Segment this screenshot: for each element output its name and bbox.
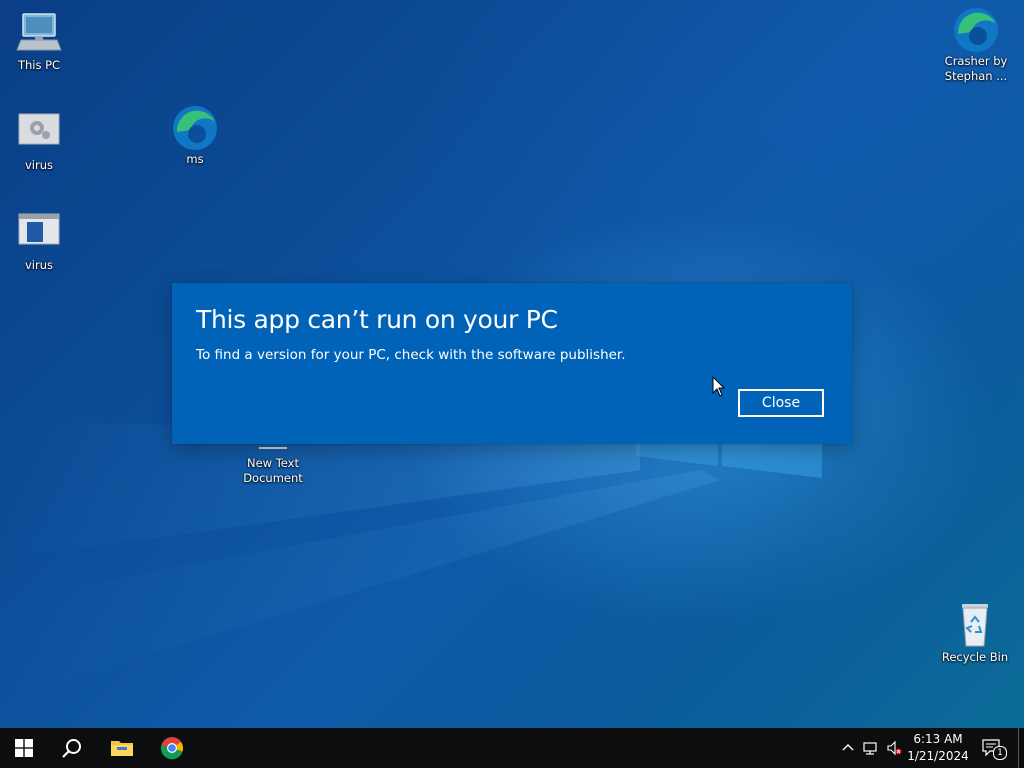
recycle-bin-icon [951,602,999,648]
action-center-button[interactable]: 1 [982,738,1007,760]
show-desktop-button[interactable] [1018,728,1019,768]
crasher-label: Crasher by Stephan ... [944,54,1008,83]
this-pc-label: This PC [17,58,61,72]
desktop-icon-this-pc[interactable]: This PC [0,10,78,73]
window-file-icon [15,210,63,256]
chrome-button[interactable] [148,728,196,768]
taskbar: 6:13 AM 1/21/2024 1 [0,728,1024,768]
start-icon [15,739,33,757]
chrome-icon [160,737,183,760]
file-explorer-icon [111,741,133,756]
mouse-cursor-icon [712,376,726,397]
chevron-up-icon[interactable] [840,740,856,756]
new-text-document-label: New Text Document [243,456,303,485]
search-button[interactable] [48,728,96,768]
desktop-icon-virus-settings[interactable]: virus [0,110,78,173]
volume-muted-icon[interactable] [886,740,902,756]
clock-time: 6:13 AM [913,732,963,746]
this-pc-icon [15,10,63,56]
edge-icon [952,6,1000,52]
notification-count-badge: 1 [993,746,1007,760]
start-button[interactable] [0,728,48,768]
desktop-icon-recycle-bin[interactable]: Recycle Bin [936,602,1014,665]
dialog-message: To find a version for your PC, check wit… [196,347,626,363]
desktop-icon-crasher[interactable]: Crasher by Stephan ... [936,6,1016,84]
clock-date: 1/21/2024 [907,749,969,763]
desktop-icon-new-text-document[interactable]: New Text Document [234,440,312,486]
virus-label: virus [24,158,53,172]
edge-icon [171,104,219,150]
network-icon[interactable] [862,740,878,756]
clock[interactable]: 6:13 AM 1/21/2024 [906,731,970,765]
virus-label: virus [24,258,53,272]
close-button[interactable]: Close [738,389,824,417]
app-cant-run-dialog: This app can’t run on your PC To find a … [172,283,852,444]
recycle-bin-label: Recycle Bin [941,650,1009,664]
ms-label: ms [186,152,204,166]
dialog-title: This app can’t run on your PC [196,305,558,334]
desktop-icon-ms[interactable]: ms [156,104,234,167]
desktop-icon-virus-window[interactable]: virus [0,210,78,273]
search-icon [62,739,81,758]
gear-file-icon [15,110,63,156]
file-explorer-button[interactable] [98,728,146,768]
